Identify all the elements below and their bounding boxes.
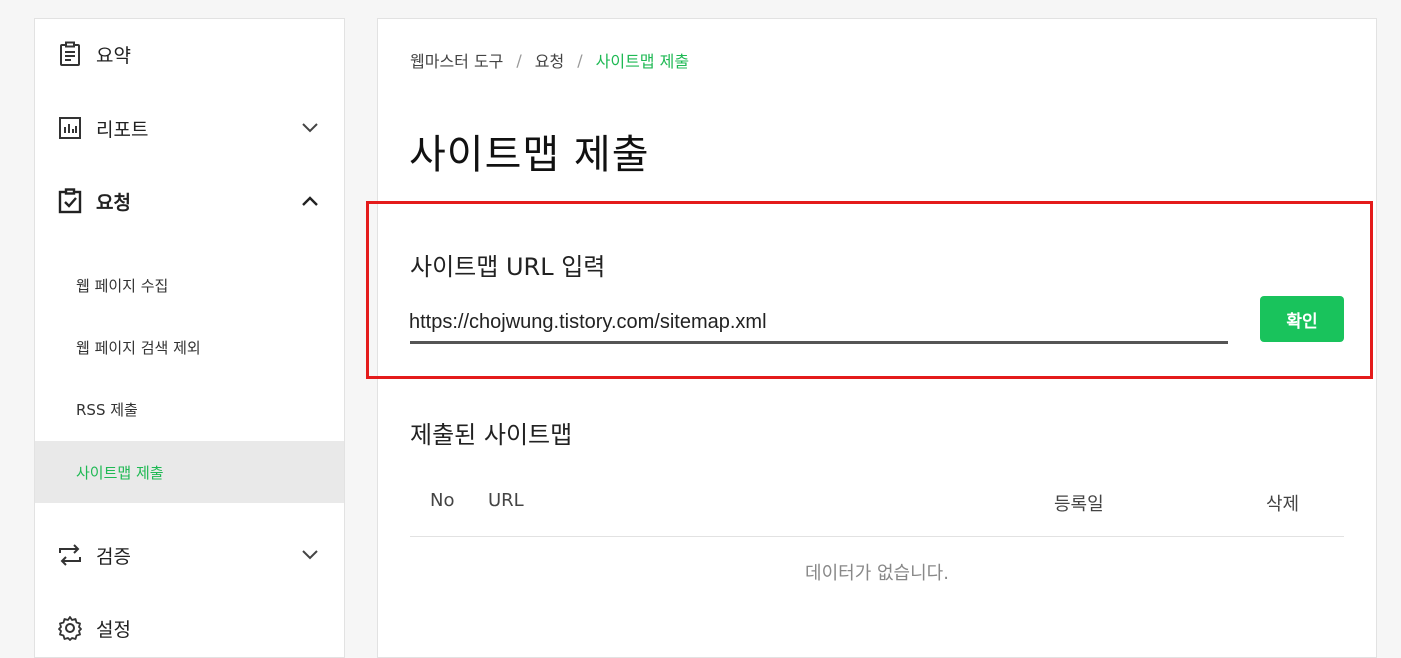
sidebar-subitem-rss[interactable]: RSS 제출 bbox=[35, 378, 344, 440]
sidebar-item-verify[interactable]: 검증 bbox=[35, 530, 344, 580]
breadcrumb-separator: / bbox=[516, 50, 522, 70]
breadcrumb-item[interactable]: 요청 bbox=[535, 48, 564, 72]
column-header-url: URL bbox=[488, 490, 524, 511]
clipboard-check-icon bbox=[57, 188, 83, 214]
sidebar-subitem-label: RSS 제출 bbox=[76, 400, 138, 419]
sidebar-item-label: 설정 bbox=[96, 618, 131, 641]
sidebar-subitem-web-exclude[interactable]: 웹 페이지 검색 제외 bbox=[35, 316, 344, 378]
chart-icon bbox=[57, 115, 83, 141]
table-header: No URL 등록일 삭제 bbox=[410, 479, 1344, 537]
sidebar-item-label: 검증 bbox=[96, 545, 131, 568]
sidebar: 요약 리포트 요청 웹 페이지 수집 웹 페이지 검색 제외 RSS 제출 사이… bbox=[34, 18, 345, 658]
sidebar-subitem-label: 사이트맵 제출 bbox=[76, 463, 164, 482]
sidebar-item-label: 요청 bbox=[96, 191, 131, 214]
input-underline bbox=[410, 341, 1228, 344]
column-header-date: 등록일 bbox=[1054, 494, 1104, 515]
sidebar-item-settings[interactable]: 설정 bbox=[35, 603, 344, 653]
column-header-no: No bbox=[430, 490, 455, 511]
chevron-down-icon[interactable] bbox=[302, 547, 318, 563]
page-title: 사이트맵 제출 bbox=[409, 132, 650, 178]
sidebar-subitem-label: 웹 페이지 수집 bbox=[76, 276, 169, 295]
submitted-sitemaps-label: 제출된 사이트맵 bbox=[410, 421, 573, 449]
url-section-label: 사이트맵 URL 입력 bbox=[410, 253, 606, 281]
sidebar-item-summary[interactable]: 요약 bbox=[35, 29, 344, 79]
confirm-button[interactable]: 확인 bbox=[1260, 296, 1344, 342]
sidebar-subitem-label: 웹 페이지 검색 제외 bbox=[76, 338, 201, 357]
highlight-box bbox=[366, 201, 1373, 379]
breadcrumb-current: 사이트맵 제출 bbox=[595, 52, 690, 71]
chevron-down-icon[interactable] bbox=[302, 120, 318, 136]
sidebar-item-report[interactable]: 리포트 bbox=[35, 103, 344, 153]
swap-arrows-icon bbox=[57, 542, 83, 568]
breadcrumb-item[interactable]: 웹마스터 도구 bbox=[410, 48, 503, 72]
clipboard-icon bbox=[57, 41, 83, 67]
breadcrumb: 웹마스터 도구 / 요청 / 사이트맵 제출 bbox=[410, 48, 689, 72]
sitemap-url-input[interactable] bbox=[409, 302, 1229, 342]
chevron-up-icon[interactable] bbox=[302, 193, 318, 209]
empty-message: 데이터가 없습니다. bbox=[805, 563, 949, 584]
sidebar-subitem-sitemap[interactable]: 사이트맵 제출 bbox=[35, 441, 344, 503]
column-header-delete: 삭제 bbox=[1266, 494, 1300, 515]
sidebar-subitem-web-collect[interactable]: 웹 페이지 수집 bbox=[35, 254, 344, 316]
sidebar-item-label: 리포트 bbox=[96, 118, 149, 141]
sidebar-item-request[interactable]: 요청 bbox=[35, 176, 344, 226]
breadcrumb-separator: / bbox=[577, 50, 583, 70]
gear-icon bbox=[57, 615, 83, 641]
sidebar-item-label: 요약 bbox=[96, 44, 131, 67]
main-panel: 웹마스터 도구 / 요청 / 사이트맵 제출 사이트맵 제출 사이트맵 URL … bbox=[366, 18, 1377, 658]
